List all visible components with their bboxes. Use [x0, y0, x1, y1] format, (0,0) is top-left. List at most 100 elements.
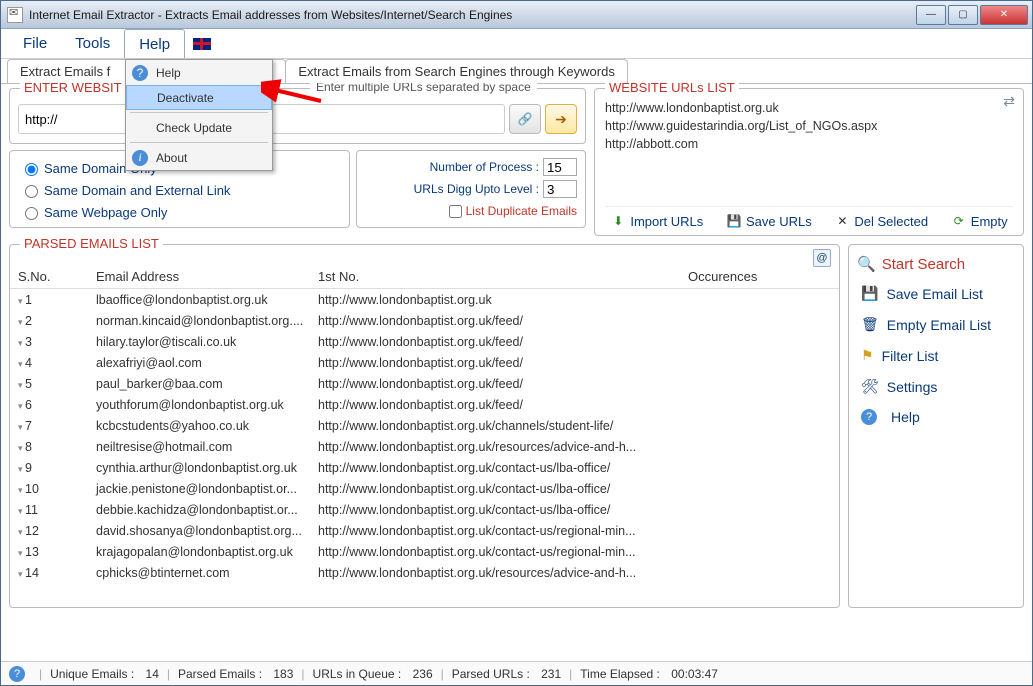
url-list-item[interactable]: http://www.guidestarindia.org/List_of_NG…	[605, 117, 1013, 135]
col-email[interactable]: Email Address	[96, 269, 318, 284]
cell-url: http://www.londonbaptist.org.uk/feed/	[318, 398, 688, 412]
cell-email: alexafriyi@aol.com	[96, 356, 318, 370]
cell-sno: 9	[18, 461, 96, 475]
table-row[interactable]: 14cphicks@btinternet.comhttp://www.londo…	[10, 562, 839, 583]
help-menu-deactivate-label: Deactivate	[157, 91, 214, 105]
cell-sno: 2	[18, 314, 96, 328]
import-icon: ⬇	[610, 213, 626, 229]
cell-url: http://www.londonbaptist.org.uk/feed/	[318, 314, 688, 328]
table-header: S.No. Email Address 1st No. Occurences	[10, 265, 839, 289]
status-time-label: Time Elapsed :	[580, 667, 660, 681]
close-button[interactable]: ✕	[980, 5, 1028, 25]
maximize-button[interactable]: ▢	[948, 5, 978, 25]
cell-url: http://www.londonbaptist.org.uk/contact-…	[318, 545, 688, 559]
help-menu-about[interactable]: i About	[126, 145, 272, 170]
window-controls: — ▢ ✕	[916, 5, 1032, 25]
radio-same-webpage[interactable]: Same Webpage Only	[20, 201, 339, 223]
help-menu-help[interactable]: ? Help	[126, 60, 272, 85]
filter-list-button[interactable]: ⚑Filter List	[857, 345, 1015, 366]
cell-url: http://www.londonbaptist.org.uk/channels…	[318, 419, 688, 433]
status-queue-value: 236	[413, 667, 433, 681]
tab-extract-keywords[interactable]: Extract Emails from Search Engines throu…	[285, 59, 627, 83]
table-row[interactable]: 11debbie.kachidza@londonbaptist.or...htt…	[10, 499, 839, 520]
help-button[interactable]: ?Help	[857, 407, 1015, 427]
num-process-input[interactable]	[543, 158, 577, 176]
url-list-panel: WEBSITE URLs LIST ⇄ http://www.londonbap…	[594, 88, 1024, 236]
cell-url: http://www.londonbaptist.org.uk/contact-…	[318, 461, 688, 475]
menu-separator	[130, 112, 268, 113]
status-unique-label: Unique Emails :	[50, 667, 134, 681]
titlebar: Internet Email Extractor - Extracts Emai…	[1, 1, 1032, 29]
email-icon[interactable]: @	[813, 249, 831, 267]
dup-check-row[interactable]: List Duplicate Emails	[365, 201, 577, 221]
menu-file[interactable]: File	[9, 29, 61, 58]
url-list-corner-icon[interactable]: ⇄	[1003, 93, 1015, 110]
search-icon: 🔍	[857, 255, 876, 273]
cell-sno: 4	[18, 356, 96, 370]
table-row[interactable]: 2norman.kincaid@londonbaptist.org....htt…	[10, 310, 839, 331]
empty-icon: ⟳	[951, 213, 967, 229]
link-button[interactable]: 🔗	[509, 104, 541, 134]
save-icon: 💾	[726, 213, 742, 229]
digg-level-row: URLs Digg Upto Level :	[365, 179, 577, 199]
go-button[interactable]: ➔	[545, 104, 577, 134]
cell-url: http://www.londonbaptist.org.uk	[318, 293, 688, 307]
status-parsed-value: 183	[273, 667, 293, 681]
cell-url: http://www.londonbaptist.org.uk/contact-…	[318, 524, 688, 538]
help-icon: ?	[861, 409, 877, 425]
import-urls-button[interactable]: ⬇Import URLs	[610, 213, 703, 229]
table-row[interactable]: 3hilary.taylor@tiscali.co.ukhttp://www.l…	[10, 331, 839, 352]
side-panel: 🔍Start Search 💾Save Email List 🗑Empty Em…	[848, 244, 1024, 608]
table-row[interactable]: 12david.shosanya@londonbaptist.org...htt…	[10, 520, 839, 541]
empty-button[interactable]: ⟳Empty	[951, 213, 1008, 229]
cell-url: http://www.londonbaptist.org.uk/contact-…	[318, 503, 688, 517]
table-row[interactable]: 6youthforum@londonbaptist.org.ukhttp://w…	[10, 394, 839, 415]
cell-email: norman.kincaid@londonbaptist.org....	[96, 314, 318, 328]
settings-icon: 🛠	[861, 378, 879, 395]
parsed-section: PARSED EMAILS LIST @ S.No. Email Address…	[9, 244, 1024, 608]
help-menu-check-update[interactable]: Check Update	[126, 115, 272, 140]
url-list[interactable]: http://www.londonbaptist.org.ukhttp://ww…	[605, 99, 1013, 206]
table-row[interactable]: 8neiltresise@hotmail.comhttp://www.londo…	[10, 436, 839, 457]
menu-tools[interactable]: Tools	[61, 29, 124, 58]
status-time-value: 00:03:47	[671, 667, 718, 681]
cell-sno: 8	[18, 440, 96, 454]
help-menu-deactivate[interactable]: Deactivate	[126, 85, 272, 110]
table-row[interactable]: 4alexafriyi@aol.comhttp://www.londonbapt…	[10, 352, 839, 373]
cell-sno: 13	[18, 545, 96, 559]
table-row[interactable]: 10jackie.penistone@londonbaptist.or...ht…	[10, 478, 839, 499]
table-row[interactable]: 7kcbcstudents@yahoo.co.ukhttp://www.lond…	[10, 415, 839, 436]
app-window: Internet Email Extractor - Extracts Emai…	[0, 0, 1033, 686]
del-selected-button[interactable]: ✕Del Selected	[834, 213, 928, 229]
cell-sno: 14	[18, 566, 96, 580]
table-row[interactable]: 5paul_barker@baa.comhttp://www.londonbap…	[10, 373, 839, 394]
start-search-button[interactable]: 🔍Start Search	[857, 255, 1015, 273]
table-row[interactable]: 9cynthia.arthur@londonbaptist.org.ukhttp…	[10, 457, 839, 478]
cell-url: http://www.londonbaptist.org.uk/resource…	[318, 566, 688, 580]
radio-same-external[interactable]: Same Domain and External Link	[20, 179, 339, 201]
status-help-icon[interactable]: ?	[9, 666, 25, 682]
parsed-title: PARSED EMAILS LIST	[20, 236, 163, 251]
cell-email: neiltresise@hotmail.com	[96, 440, 318, 454]
col-url[interactable]: 1st No.	[318, 269, 688, 284]
filter-icon: ⚑	[861, 347, 874, 364]
save-email-list-button[interactable]: 💾Save Email List	[857, 283, 1015, 304]
table-body[interactable]: 1lbaoffice@londonbaptist.org.ukhttp://ww…	[10, 289, 839, 607]
url-list-item[interactable]: http://abbott.com	[605, 135, 1013, 153]
menu-help[interactable]: Help	[124, 29, 185, 58]
cell-email: jackie.penistone@londonbaptist.or...	[96, 482, 318, 496]
flag-icon[interactable]	[193, 38, 211, 50]
digg-level-input[interactable]	[543, 180, 577, 198]
minimize-button[interactable]: —	[916, 5, 946, 25]
save-icon: 💾	[861, 285, 878, 302]
empty-email-list-button[interactable]: 🗑Empty Email List	[857, 314, 1015, 335]
save-urls-button[interactable]: 💾Save URLs	[726, 213, 812, 229]
table-row[interactable]: 1lbaoffice@londonbaptist.org.ukhttp://ww…	[10, 289, 839, 310]
cell-email: kcbcstudents@yahoo.co.uk	[96, 419, 318, 433]
table-row[interactable]: 13krajagopalan@londonbaptist.org.ukhttp:…	[10, 541, 839, 562]
settings-button[interactable]: 🛠Settings	[857, 376, 1015, 397]
col-occ[interactable]: Occurences	[688, 269, 831, 284]
col-sno[interactable]: S.No.	[18, 269, 96, 284]
cell-sno: 7	[18, 419, 96, 433]
url-list-item[interactable]: http://www.londonbaptist.org.uk	[605, 99, 1013, 117]
